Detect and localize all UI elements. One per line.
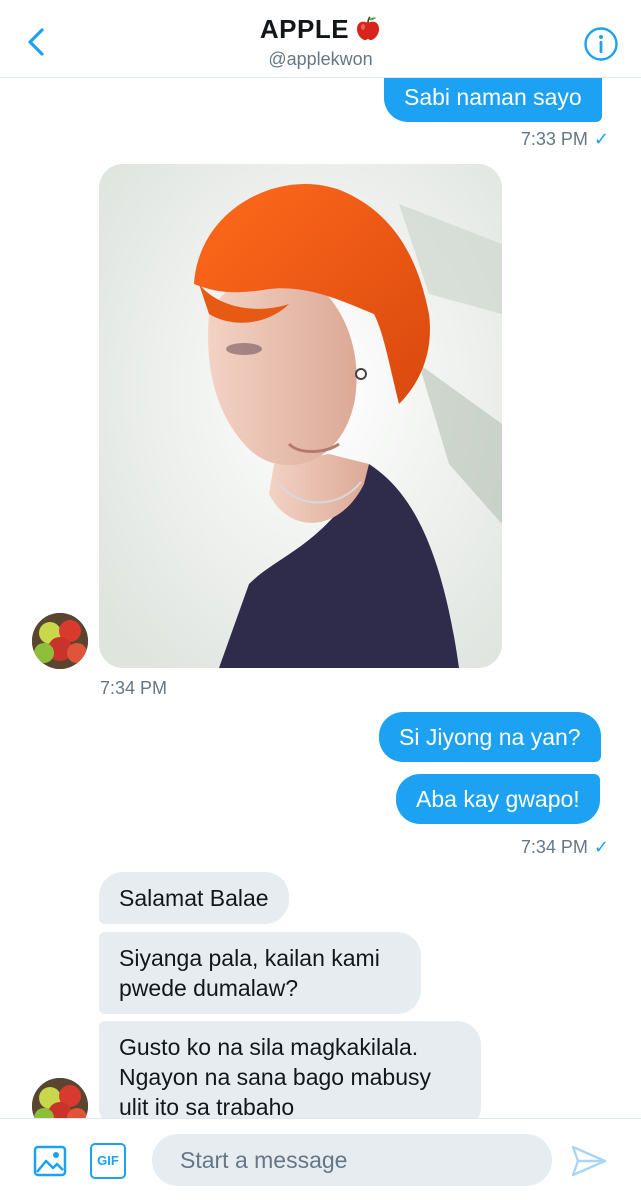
photo-illustration [99, 164, 502, 668]
message-bubble-incoming[interactable]: Siyanga pala, kailan kami pwede dumalaw? [99, 932, 421, 1014]
message-text: Si Jiyong na yan? [399, 724, 581, 750]
conversation-title-block[interactable]: APPLE @applekwon [0, 14, 641, 70]
message-timestamp: 7:34 PM [100, 678, 168, 698]
conversation-title: APPLE [0, 14, 641, 45]
message-text: Gusto ko na sila magkakilala. Ngayon na … [119, 1034, 431, 1120]
add-image-button[interactable] [32, 1143, 68, 1179]
red-apple-icon [355, 15, 381, 41]
message-bubble-incoming[interactable]: Salamat Balae [99, 872, 289, 924]
gif-button[interactable]: GIF [90, 1143, 126, 1179]
image-icon [33, 1145, 67, 1177]
message-text: Salamat Balae [119, 885, 269, 911]
read-check-icon: ✓ [593, 837, 609, 857]
message-bubble-incoming[interactable]: Gusto ko na sila magkakilala. Ngayon na … [99, 1021, 481, 1131]
timestamp-text: 7:33 PM [520, 129, 588, 149]
read-check-icon: ✓ [593, 129, 609, 149]
send-icon [571, 1145, 607, 1177]
message-text: Aba kay gwapo! [416, 786, 580, 812]
message-timestamp: 7:33 PM ✓ [521, 129, 609, 150]
message-input[interactable] [152, 1134, 552, 1186]
message-bubble-outgoing[interactable]: Si Jiyong na yan? [379, 712, 601, 762]
conversation-header: APPLE @applekwon [0, 0, 641, 78]
info-icon [584, 27, 618, 61]
message-text: Siyanga pala, kailan kami pwede dumalaw? [119, 945, 380, 1001]
conversation-handle: @applekwon [268, 49, 373, 69]
apples-avatar-image [32, 613, 88, 669]
message-timestamp: 7:34 PM ✓ [521, 837, 609, 858]
message-bubble-outgoing[interactable]: Sabi naman sayo [384, 72, 602, 122]
message-composer: GIF [0, 1118, 641, 1200]
info-button[interactable] [583, 26, 619, 62]
message-bubble-outgoing[interactable]: Aba kay gwapo! [396, 774, 600, 824]
message-image[interactable] [99, 164, 502, 668]
message-text: Sabi naman sayo [404, 84, 582, 110]
avatar[interactable] [32, 613, 88, 669]
send-button[interactable] [570, 1143, 608, 1179]
timestamp-text: 7:34 PM [520, 837, 588, 857]
